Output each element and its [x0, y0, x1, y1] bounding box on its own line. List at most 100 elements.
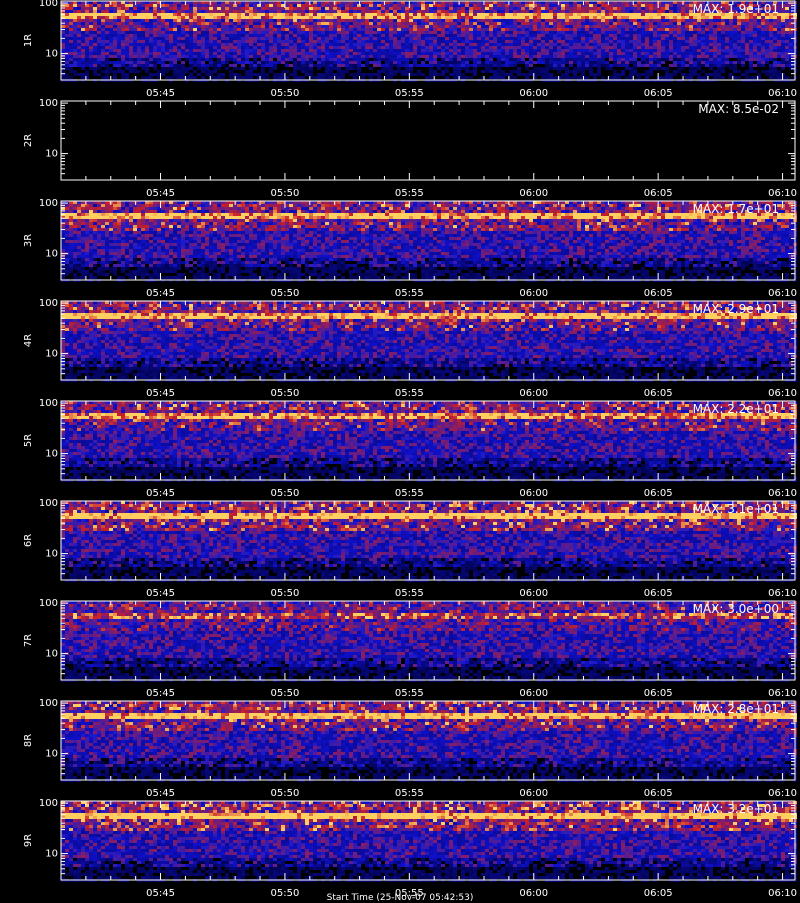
- xtick-label: 05:45: [146, 188, 175, 199]
- spectrogram-8R: [61, 701, 797, 782]
- spectrogram-5R: [61, 401, 797, 482]
- xtick-label: 06:05: [644, 188, 673, 199]
- ytick-label: 10: [45, 49, 58, 60]
- xtick-label: 06:05: [644, 588, 673, 599]
- ytick-label: 10: [45, 849, 58, 860]
- ytick-label: 100: [39, 98, 58, 109]
- xtick-label: 05:50: [271, 788, 300, 799]
- xtick-label: 05:55: [395, 288, 424, 299]
- ytick-label: 100: [39, 698, 58, 709]
- spectrogram-6R: [61, 501, 797, 582]
- xtick-label: 05:50: [271, 88, 300, 99]
- xtick-label: 05:50: [271, 688, 300, 699]
- xtick-label: 05:50: [271, 188, 300, 199]
- y-axis-label: 8R: [23, 734, 34, 747]
- max-label: MAX: 3.1e+01: [693, 502, 779, 516]
- xtick-label: 05:45: [146, 388, 175, 399]
- xtick-label: 06:05: [644, 688, 673, 699]
- y-axis-label: 2R: [23, 134, 34, 147]
- xtick-label: 06:10: [768, 88, 797, 99]
- panel-6R: 10 100 6R 05:45 05:50 05:55 06:00 06:05 06:10 MAX…: [23, 498, 797, 599]
- xtick-label: 06:00: [519, 788, 548, 799]
- y-axis-label: 9R: [23, 834, 34, 847]
- spectrogram-3R: [61, 201, 797, 282]
- max-label: MAX: 2.2e+01: [693, 402, 779, 416]
- ytick-label: 10: [45, 449, 58, 460]
- xtick-label: 05:55: [395, 688, 424, 699]
- xtick-label: 05:55: [395, 488, 424, 499]
- xtick-label: 06:05: [644, 88, 673, 99]
- plot-frame: [61, 101, 795, 180]
- xtick-label: 05:50: [271, 288, 300, 299]
- ytick-label: 10: [45, 749, 58, 760]
- ytick-label: 10: [45, 649, 58, 660]
- y-axis-label: 3R: [23, 234, 34, 247]
- xtick-label: 05:45: [146, 788, 175, 799]
- max-label: MAX: 3.0e+00: [693, 602, 779, 616]
- xtick-label: 06:00: [519, 588, 548, 599]
- panel-8R: 10 100 8R 05:45 05:50 05:55 06:00 06:05 06:10 MAX…: [23, 698, 797, 799]
- xtick-label: 06:05: [644, 788, 673, 799]
- panel-5R: 101005R05:4505:5005:5506:0006:0506:10MAX…: [23, 398, 797, 499]
- xtick-label: 05:45: [146, 288, 175, 299]
- xtick-label: 05:50: [271, 488, 300, 499]
- max-label: MAX: 2.8e+01: [693, 702, 779, 716]
- xtick-label: 05:55: [395, 788, 424, 799]
- ytick-label: 10: [45, 249, 58, 260]
- xtick-label: 06:05: [644, 388, 673, 399]
- xtick-label: 06:10: [768, 388, 797, 399]
- panel-7R: 101007R05:4505:5005:5506:0006:0506:10MAX…: [23, 598, 797, 699]
- xtick-label: 06:05: [644, 288, 673, 299]
- spectrogram-1R: [61, 1, 797, 82]
- xtick-label: 06:00: [519, 288, 548, 299]
- ytick-label: 100: [39, 198, 58, 209]
- xtick-label: 06:05: [644, 488, 673, 499]
- y-axis-label: 6R: [23, 534, 34, 547]
- xtick-label: 06:10: [768, 588, 797, 599]
- ytick-label: 100: [39, 0, 58, 9]
- panel-9R: 101009R05:4505:5005:5506:0006:0506:10MAX…: [23, 798, 797, 899]
- ytick-label: 10: [45, 149, 58, 160]
- ytick-label: 100: [39, 298, 58, 309]
- xtick-label: 06:00: [519, 388, 548, 399]
- panel-4R: 10 100 4R 05:45 05:50 05:55 06:00 06:05 06:10 MAX…: [23, 298, 797, 399]
- xtick-label: 05:50: [271, 388, 300, 399]
- xtick-label: 06:10: [768, 488, 797, 499]
- y-axis-label: 4R: [23, 334, 34, 347]
- xtick-label: 06:10: [768, 788, 797, 799]
- xtick-label: 05:55: [395, 388, 424, 399]
- max-label: MAX: 8.5e-02: [698, 102, 779, 116]
- xtick-label: 05:55: [395, 88, 424, 99]
- ytick-label: 10: [45, 549, 58, 560]
- y-axis-label: 1R: [23, 34, 34, 47]
- ytick-label: 100: [39, 798, 58, 809]
- xtick-label: 06:10: [768, 288, 797, 299]
- xtick-label: 05:45: [146, 688, 175, 699]
- panel-3R: 10 100 3R 05:45 05:50 05:55 06:00 06:05 06:10 MAX…: [23, 198, 797, 299]
- ytick-label: 10: [45, 349, 58, 360]
- time-axis-title: Start Time (25-Nov-07 05:42:53): [0, 893, 800, 903]
- xtick-label: 05:45: [146, 488, 175, 499]
- spectrogram-7R: [61, 601, 797, 682]
- ytick-label: 100: [39, 398, 58, 409]
- spectrogram-4R: [61, 301, 797, 382]
- xtick-label: 05:55: [395, 588, 424, 599]
- xtick-label: 05:45: [146, 88, 175, 99]
- xtick-label: 05:55: [395, 188, 424, 199]
- panel-1R: 10 100 1R 05:45 05:50 05:55 06:00 06:05 06:10 MAX…: [23, 0, 797, 99]
- xtick-label: 06:00: [519, 88, 548, 99]
- max-label: MAX: 3.2e+01: [693, 802, 779, 816]
- xtick-label: 05:50: [271, 588, 300, 599]
- ytick-label: 100: [39, 598, 58, 609]
- panel-2R: 101002R05:4505:5005:5506:0006:0506:10MAX…: [23, 98, 797, 199]
- max-label: MAX: 2.9e+01: [693, 302, 779, 316]
- ytick-label: 100: [39, 498, 58, 509]
- max-label: MAX: 1.9e+01: [693, 2, 779, 16]
- xtick-label: 05:45: [146, 588, 175, 599]
- y-axis-label: 5R: [23, 434, 34, 447]
- xtick-label: 06:10: [768, 688, 797, 699]
- max-label: MAX: 1.7e+01: [693, 202, 779, 216]
- spectrogram-figure: 10 100 1R 05:45 05:50 05:55 06:00 06:05 06:10 MAX…: [0, 0, 800, 900]
- y-axis-label: 7R: [23, 634, 34, 647]
- xtick-label: 06:00: [519, 188, 548, 199]
